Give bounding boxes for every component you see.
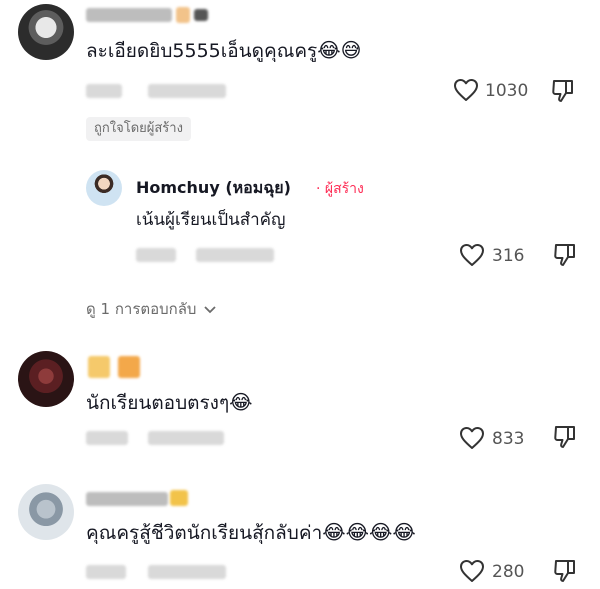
laughing-emoji: 😂 — [317, 38, 341, 62]
like-count: 833 — [492, 429, 525, 449]
thumbs-down-outline-icon — [554, 560, 575, 582]
reply-text: เน้นผู้เรียนเป็นสำคัญ — [136, 210, 286, 230]
commenter-username-blurred[interactable] — [118, 356, 140, 378]
commenter-username-blurred[interactable] — [86, 8, 172, 22]
sweat-smile-emoji: 😅 — [340, 38, 362, 62]
view-replies-link[interactable]: ดู 1 การตอบกลับ — [86, 297, 217, 321]
heart-outline-icon — [454, 79, 478, 101]
like-button[interactable] — [459, 559, 485, 583]
reply-author-name[interactable]: Homchuy (หอมฉุย) — [136, 176, 291, 201]
reply-dislike-button[interactable] — [553, 242, 577, 268]
like-button[interactable] — [453, 78, 479, 102]
creator-avatar[interactable] — [86, 170, 122, 206]
laughing-emoji: 😂 — [369, 520, 393, 544]
comment-date-blurred — [86, 565, 126, 579]
heart-outline-icon — [460, 427, 484, 449]
comment-date-blurred — [86, 84, 122, 98]
reply-date-blurred — [136, 248, 176, 262]
like-button[interactable] — [459, 426, 485, 450]
dislike-button[interactable] — [553, 558, 577, 584]
comment-text: ละเอียดยิบ5555เอ็นดูคุณครู😂😅 — [86, 38, 362, 62]
commenter-avatar[interactable] — [18, 484, 74, 540]
commenter-avatar[interactable] — [18, 4, 74, 60]
comment-date-blurred — [86, 431, 128, 445]
heart-outline-icon — [460, 244, 484, 266]
reply-button-blurred[interactable] — [148, 84, 226, 98]
username-badge-blurred — [194, 9, 208, 21]
reply-button-blurred[interactable] — [148, 565, 226, 579]
like-count: 280 — [492, 562, 525, 582]
creator-tag: · ผู้สร้าง — [316, 181, 364, 197]
reply-reply-button-blurred[interactable] — [196, 248, 274, 262]
laughing-emoji: 😂 — [229, 390, 253, 414]
username-badge-blurred — [176, 7, 190, 23]
laughing-emoji: 😂 — [345, 520, 369, 544]
comment-text: นักเรียนตอบตรงๆ😂 — [86, 390, 253, 414]
thumbs-down-outline-icon — [554, 426, 575, 448]
dislike-button[interactable] — [553, 424, 577, 450]
laughing-emoji: 😂 — [392, 520, 416, 544]
liked-by-creator-badge: ถูกใจโดยผู้สร้าง — [86, 117, 191, 141]
thumbs-down-outline-icon — [552, 80, 573, 102]
laughing-emoji: 😂 — [322, 520, 346, 544]
like-count: 1030 — [485, 81, 529, 101]
reply-button-blurred[interactable] — [148, 431, 224, 445]
commenter-avatar[interactable] — [18, 351, 74, 407]
reply-like-count: 316 — [492, 246, 525, 266]
dislike-button[interactable] — [551, 78, 575, 104]
heart-outline-icon — [460, 560, 484, 582]
thumbs-down-outline-icon — [554, 244, 575, 266]
reply-like-button[interactable] — [459, 243, 485, 267]
comment-text: คุณครูสู้ชีวิตนักเรียนสุ้กลับค่า😂😂😂😂 — [86, 520, 416, 544]
chevron-down-icon — [204, 305, 216, 313]
commenter-username-blurred[interactable] — [88, 356, 110, 378]
username-badge-blurred — [170, 490, 188, 506]
commenter-username-blurred[interactable] — [86, 492, 168, 506]
